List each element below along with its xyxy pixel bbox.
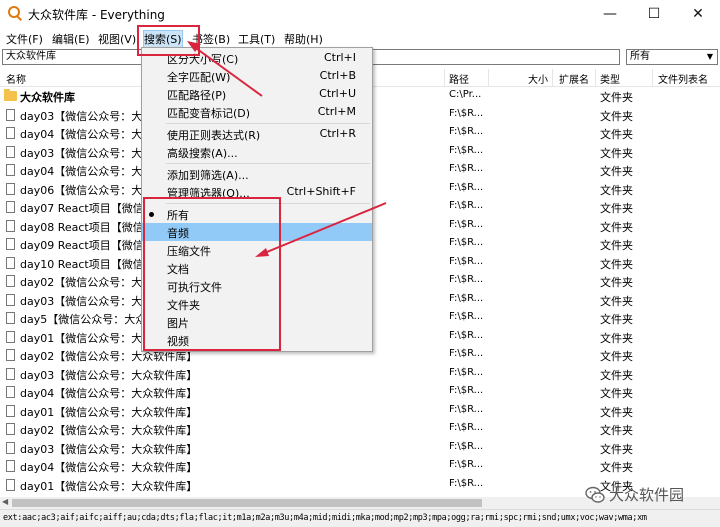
wechat-icon (585, 486, 605, 503)
watermark: 大众软件园 (585, 482, 720, 508)
annotation-arrow-line (261, 202, 387, 255)
annotation-arrowhead (255, 248, 269, 257)
annotation-arrows (187, 41, 387, 257)
annotation-arrow-line (192, 45, 263, 97)
watermark-text: 大众软件园 (609, 486, 685, 504)
